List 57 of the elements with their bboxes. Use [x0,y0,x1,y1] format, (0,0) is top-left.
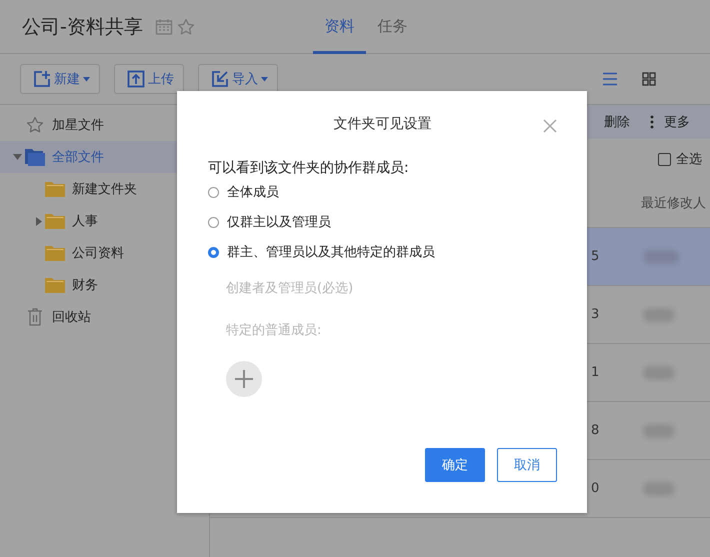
add-member-button[interactable] [226,361,262,397]
sidebar-item[interactable]: 新建文件夹 [0,173,209,205]
toolbar-button[interactable]: 导入 [198,64,278,94]
section-label: 特定的普通成员: [225,322,322,339]
column-header[interactable]: 最近修改人 [631,194,706,212]
caret-icon [83,76,90,82]
star-icon[interactable] [176,18,195,36]
more-icon [650,115,654,129]
tab[interactable]: 资料 [312,0,366,54]
radio-button[interactable] [208,246,219,258]
folder-icon [24,148,46,166]
checkbox-label[interactable]: 全选 [676,150,702,168]
grid-view-icon[interactable] [642,72,656,86]
tab[interactable]: 任务 [366,0,419,54]
prompt-text: 可以看到该文件夹的协作群成员: [208,159,410,177]
collapsed-caret-icon[interactable] [36,216,42,226]
sidebar-item[interactable]: 加星文件 [0,109,209,141]
sidebar-item[interactable]: 人事 [0,205,209,237]
confirm-button[interactable]: 确定 [425,448,485,482]
radio-label[interactable]: 全体成员 [227,183,279,201]
toolbar-button[interactable]: 新建 [20,64,100,94]
calendar-icon[interactable] [154,18,173,36]
table-cell: 5 [591,228,625,285]
checkbox[interactable] [658,152,671,166]
table-cell-text: 1 [591,364,600,382]
sidebar-item[interactable]: 公司资料 [0,237,209,269]
radio-button[interactable] [208,216,219,228]
table-cell-text: 0 [591,480,600,498]
table-cell-text: 3 [591,306,600,324]
add-file-icon [33,70,51,88]
expanded-caret-icon[interactable] [13,154,22,160]
section-label: 创建者及管理员(必选) [225,280,354,297]
upload-icon [127,70,145,88]
import-icon [211,70,229,88]
close-icon[interactable] [543,119,557,133]
cancel-button[interactable]: 取消 [497,448,557,482]
caret-icon [261,76,268,82]
action-button[interactable]: 更多 [644,113,696,131]
toolbar-button[interactable]: 上传 [114,64,184,94]
folder-icon [44,245,66,261]
sidebar-item[interactable]: 回收站 [0,301,209,333]
action-button[interactable]: 删除 [598,113,636,131]
page-title: 公司-资料共享 [22,14,143,40]
star-icon [24,116,46,134]
folder-icon [44,277,66,293]
radio-label[interactable]: 仅群主以及管理员 [227,213,331,231]
radio-button[interactable] [208,186,219,198]
radio-label[interactable]: 群主、管理员以及其他特定的群成员 [227,243,435,261]
sidebar-item[interactable]: 财务 [0,269,209,301]
plus-icon [235,370,253,388]
folder-icon [44,213,66,229]
table-cell-text: 8 [591,422,600,440]
dialog-title: 文件夹可见设置 [334,115,432,133]
table-cell[interactable] [625,228,710,285]
list-view-icon[interactable] [602,72,618,86]
blurred-name [643,250,679,264]
folder-icon [44,181,66,197]
